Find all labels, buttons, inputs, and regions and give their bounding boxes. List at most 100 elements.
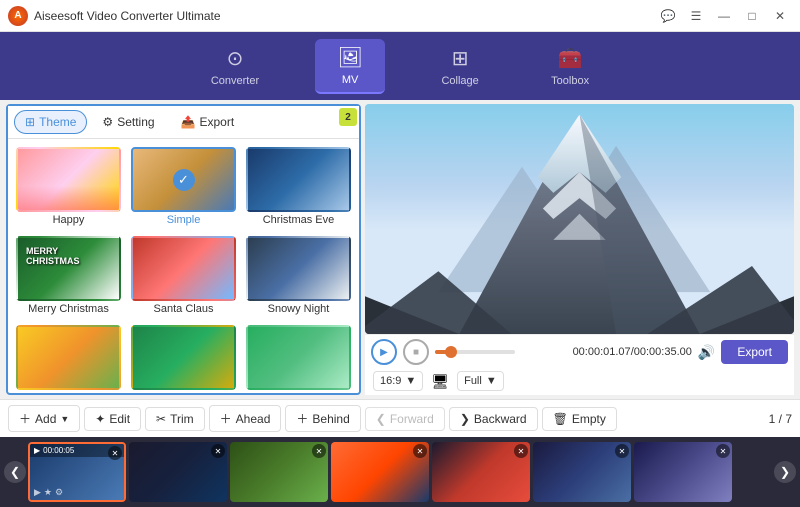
theme-thumb-santa-claus	[131, 236, 236, 301]
ratio-chevron: ▼	[405, 375, 416, 387]
film-item-2[interactable]: ✕	[129, 442, 227, 502]
film-star-ctrl-1[interactable]: ★	[44, 487, 52, 498]
theme-grid: Happy ✓ Simple Christmas Eve	[8, 139, 359, 393]
theme-item-simple[interactable]: ✓ Simple	[129, 145, 238, 228]
filmstrip-prev-button[interactable]: ❮	[4, 461, 26, 483]
add-button[interactable]: ＋ Add ▼	[8, 405, 80, 432]
theme-label-christmas-tree: Christmas Tree	[146, 392, 221, 393]
film-close-7[interactable]: ✕	[716, 444, 730, 458]
empty-icon: 🗑	[553, 412, 568, 426]
film-item-3[interactable]: ✕	[230, 442, 328, 502]
theme-label-snowy-night: Snowy Night	[268, 303, 330, 315]
theme-item-beautiful-christmas[interactable]: Beautiful Christmas	[244, 323, 353, 393]
minimize-button[interactable]: —	[712, 6, 736, 26]
add-icon: ＋	[19, 410, 31, 427]
film-close-6[interactable]: ✕	[615, 444, 629, 458]
theme-item-snowy-night[interactable]: Snowy Night	[244, 234, 353, 317]
theme-label-merry-christmas: Merry Christmas	[28, 303, 109, 315]
volume-button[interactable]: 🔊	[698, 344, 715, 361]
film-item-6[interactable]: ✕	[533, 442, 631, 502]
behind-icon: ＋	[296, 410, 308, 427]
add-dropdown-icon: ▼	[60, 414, 69, 424]
toolbox-label: Toolbox	[551, 75, 589, 87]
theme-thumb-snowy-night	[246, 236, 351, 301]
setting-tab-icon: ⚙	[102, 115, 113, 129]
film-item-4[interactable]: ✕	[331, 442, 429, 502]
bottom-toolbar: ＋ Add ▼ ✦ Edit ✂ Trim ＋ Ahead ＋ Behind ❮…	[0, 399, 800, 437]
tab-collage[interactable]: ⊞ Collage	[425, 40, 495, 93]
display-select[interactable]: Full ▼	[457, 371, 504, 391]
panel-tab-export[interactable]: 📤 Export	[170, 110, 246, 134]
film-close-5[interactable]: ✕	[514, 444, 528, 458]
tab-mv[interactable]: 🖼 MV	[315, 39, 385, 94]
window-controls: 💬 ☰ — □ ✕	[656, 6, 792, 26]
theme-label-santa-claus: Santa Claus	[154, 303, 214, 315]
theme-thumb-merry-christmas: MERRYCHRISTMAS	[16, 236, 121, 301]
chat-button[interactable]: 💬	[656, 6, 680, 26]
app-logo: A	[8, 6, 28, 26]
collage-icon: ⊞	[452, 46, 469, 71]
theme-label-stripes-waves: Stripes & Waves	[28, 392, 109, 393]
stop-button[interactable]: ■	[403, 339, 429, 365]
right-panel: ▶ ■ 00:00:01.07/00:00:35.00 🔊 Export 16:…	[361, 100, 800, 399]
trim-button[interactable]: ✂ Trim	[145, 407, 205, 431]
play-button[interactable]: ▶	[371, 339, 397, 365]
theme-item-happy[interactable]: Happy	[14, 145, 123, 228]
ratio-select[interactable]: 16:9 ▼	[373, 371, 423, 391]
film-close-3[interactable]: ✕	[312, 444, 326, 458]
mv-label: MV	[342, 74, 359, 86]
theme-item-santa-claus[interactable]: Santa Claus	[129, 234, 238, 317]
filmstrip: ❮ ▶ 00:00:05 ✕ ▶ ★ ⚙ ✕ ✕ ✕ ✕ ✕ ✕ ❯	[0, 437, 800, 507]
theme-label-simple: Simple	[167, 214, 201, 226]
tab-toolbox[interactable]: 🧰 Toolbox	[535, 40, 605, 93]
theme-label-beautiful-christmas: Beautiful Christmas	[251, 392, 346, 393]
theme-item-christmas-eve[interactable]: Christmas Eve	[244, 145, 353, 228]
ahead-button[interactable]: ＋ Ahead	[209, 405, 282, 432]
page-count: 1 / 7	[769, 412, 792, 426]
theme-item-stripes-waves[interactable]: Stripes & Waves	[14, 323, 123, 393]
film-play-ctrl-1[interactable]: ▶	[34, 487, 41, 498]
backward-button[interactable]: ❯ Backward	[449, 407, 538, 431]
panel-tab-theme[interactable]: ⊞ Theme	[14, 110, 87, 134]
playback-options: 16:9 ▼ 🖥 Full ▼	[365, 369, 794, 395]
film-close-1[interactable]: ✕	[108, 446, 122, 460]
filmstrip-next-button[interactable]: ❯	[774, 461, 796, 483]
theme-tab-label: Theme	[39, 115, 76, 129]
maximize-button[interactable]: □	[740, 6, 764, 26]
film-settings-ctrl-1[interactable]: ⚙	[55, 487, 63, 498]
close-button[interactable]: ✕	[768, 6, 792, 26]
film-item-7[interactable]: ✕	[634, 442, 732, 502]
film-close-2[interactable]: ✕	[211, 444, 225, 458]
film-video-icon-1: ▶	[34, 446, 40, 455]
display-chevron: ▼	[486, 375, 497, 387]
forward-button[interactable]: ❮ Forward	[365, 407, 445, 431]
export-button[interactable]: Export	[721, 340, 788, 364]
menu-button[interactable]: ☰	[684, 6, 708, 26]
theme-thumb-simple: ✓	[131, 147, 236, 212]
progress-track[interactable]	[435, 350, 515, 354]
progress-dot	[445, 346, 457, 358]
ahead-icon: ＋	[220, 410, 232, 427]
check-overlay-simple: ✓	[173, 169, 195, 191]
panel-tab-setting[interactable]: ⚙ Setting	[91, 110, 165, 134]
theme-thumb-beautiful-christmas	[246, 325, 351, 390]
theme-item-christmas-tree[interactable]: Christmas Tree	[129, 323, 238, 393]
theme-thumb-happy	[16, 147, 121, 212]
theme-thumb-christmas-tree	[131, 325, 236, 390]
film-close-4[interactable]: ✕	[413, 444, 427, 458]
theme-item-merry-christmas[interactable]: MERRYCHRISTMAS Merry Christmas	[14, 234, 123, 317]
converter-icon: ⊙	[227, 46, 244, 71]
edit-button[interactable]: ✦ Edit	[84, 407, 141, 431]
film-item-5[interactable]: ✕	[432, 442, 530, 502]
empty-button[interactable]: 🗑 Empty	[542, 407, 617, 431]
tab-converter[interactable]: ⊙ Converter	[195, 40, 275, 93]
toolbox-icon: 🧰	[558, 46, 583, 71]
panel-badge: 2	[339, 108, 357, 126]
film-item-1[interactable]: ▶ 00:00:05 ✕ ▶ ★ ⚙	[28, 442, 126, 502]
mv-icon: 🖼	[337, 45, 362, 70]
behind-button[interactable]: ＋ Behind	[285, 405, 360, 432]
export-tab-icon: 📤	[181, 115, 196, 129]
film-time-1: 00:00:05	[43, 446, 74, 455]
backward-icon: ❯	[460, 412, 470, 426]
theme-thumb-stripes-waves	[16, 325, 121, 390]
